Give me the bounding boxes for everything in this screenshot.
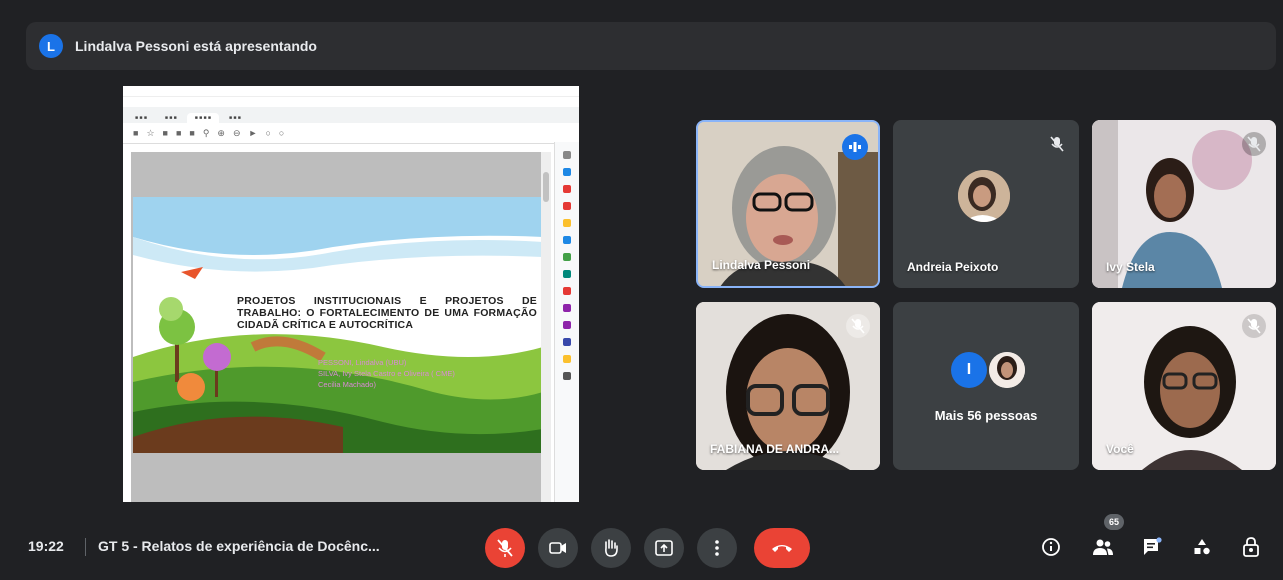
participant-name: Lindalva Pessoni: [712, 258, 811, 272]
shared-screen[interactable]: ■ ■ ■ ■ ■ ■ ■ ■ ■ ■ ■ ■ ■ ■ ☆ ■ ■ ■ ⚲ ⊕ ⊖ ► ○ ○: [123, 86, 579, 502]
more-options-button[interactable]: [697, 528, 737, 568]
shared-window-tabs: ■ ■ ■ ■ ■ ■ ■ ■ ■ ■ ■ ■ ■: [123, 107, 579, 123]
camera-icon: [549, 542, 566, 554]
present-icon: [655, 540, 673, 556]
more-participants-label: Mais 56 pessoas: [934, 408, 1038, 423]
activities-icon: [1194, 539, 1210, 555]
slide-author-line: Cecilia Machado): [318, 380, 376, 389]
shared-tab: ■ ■ ■: [135, 115, 147, 121]
document-scrollbar[interactable]: [541, 152, 551, 502]
participant-avatar: [989, 352, 1025, 388]
slide-authors: PESSONI, Lindalva (UBU) SILVA, Ivy Stela…: [318, 357, 543, 390]
presenter-avatar: L: [39, 34, 63, 58]
lock-person-icon: [1243, 537, 1259, 557]
pdf-tools-sidebar: [554, 142, 579, 502]
hang-up-icon: [772, 545, 792, 552]
presenter-banner: L Lindalva Pessoni está apresentando: [26, 22, 1276, 70]
bottom-bar: 19:22 GT 5 - Relatos de experiência de D…: [0, 520, 1283, 580]
shared-tab: ■ ■ ■: [228, 115, 241, 121]
shared-window-toolbar: ■ ☆ ■ ■ ■ ⚲ ⊕ ⊖ ► ○ ○: [123, 123, 579, 144]
participant-name: Andreia Peixoto: [907, 260, 999, 274]
participant-tile-fabiana[interactable]: FABIANA DE ANDRA...: [696, 302, 880, 470]
speaking-indicator-icon: [842, 134, 868, 160]
people-count-badge: 65: [1104, 514, 1124, 530]
divider: [85, 538, 86, 556]
participant-name: FABIANA DE ANDRA...: [710, 442, 840, 456]
people-icon: [1093, 539, 1113, 555]
presenter-banner-text: Lindalva Pessoni está apresentando: [75, 38, 317, 54]
participant-avatar-initial: I: [951, 352, 987, 388]
chat-button[interactable]: [1137, 532, 1167, 562]
end-call-button[interactable]: [754, 528, 810, 568]
raise-hand-button[interactable]: [591, 528, 631, 568]
people-button[interactable]: [1088, 532, 1118, 562]
participant-name: Você: [1106, 442, 1134, 456]
participant-tile-lindalva[interactable]: Lindalva Pessoni: [696, 120, 880, 288]
mic-off-icon: [497, 539, 513, 557]
camera-toggle-button[interactable]: [538, 528, 578, 568]
meeting-title: GT 5 - Relatos de experiência de Docênc.…: [98, 538, 380, 554]
presentation-slide: PROJETOS INSTITUCIONAIS E PROJETOS DE TR…: [133, 197, 543, 453]
participant-tile-andreia[interactable]: Andreia Peixoto: [893, 120, 1079, 288]
mic-off-icon: [1242, 314, 1266, 338]
present-screen-button[interactable]: [644, 528, 684, 568]
host-controls-button[interactable]: [1236, 532, 1266, 562]
meeting-details-button[interactable]: [1036, 532, 1066, 562]
participant-avatar: [958, 170, 1010, 222]
participant-tile-ivy[interactable]: Ivy Stela: [1092, 120, 1276, 288]
shared-tab: ■ ■ ■: [164, 115, 177, 121]
slide-title: PROJETOS INSTITUCIONAIS E PROJETOS DE TR…: [237, 295, 537, 331]
participant-name: Ivy Stela: [1106, 260, 1155, 274]
mic-off-icon: [1045, 132, 1069, 156]
shared-window-menubar: [123, 97, 579, 107]
mic-off-icon: [846, 314, 870, 338]
mic-off-icon: [1242, 132, 1266, 156]
activities-button[interactable]: [1187, 532, 1217, 562]
self-view-tile[interactable]: Você: [1092, 302, 1276, 470]
shared-window-titlebar: [123, 86, 579, 97]
more-vert-icon: [715, 540, 719, 556]
slide-author-line: SILVA, Ivy Stela Castro e Oliveira ( CME…: [318, 369, 455, 378]
document-area: PROJETOS INSTITUCIONAIS E PROJETOS DE TR…: [131, 152, 551, 502]
chat-icon: [1144, 537, 1162, 555]
clock: 19:22: [28, 538, 64, 554]
hand-icon: [605, 539, 618, 557]
info-icon: [1042, 538, 1060, 556]
more-participants-tile[interactable]: I Mais 56 pessoas: [893, 302, 1079, 470]
shared-tab-active: ■ ■ ■ ■: [186, 113, 219, 123]
mic-toggle-button[interactable]: [485, 528, 525, 568]
slide-author-line: PESSONI, Lindalva (UBU): [318, 358, 407, 367]
